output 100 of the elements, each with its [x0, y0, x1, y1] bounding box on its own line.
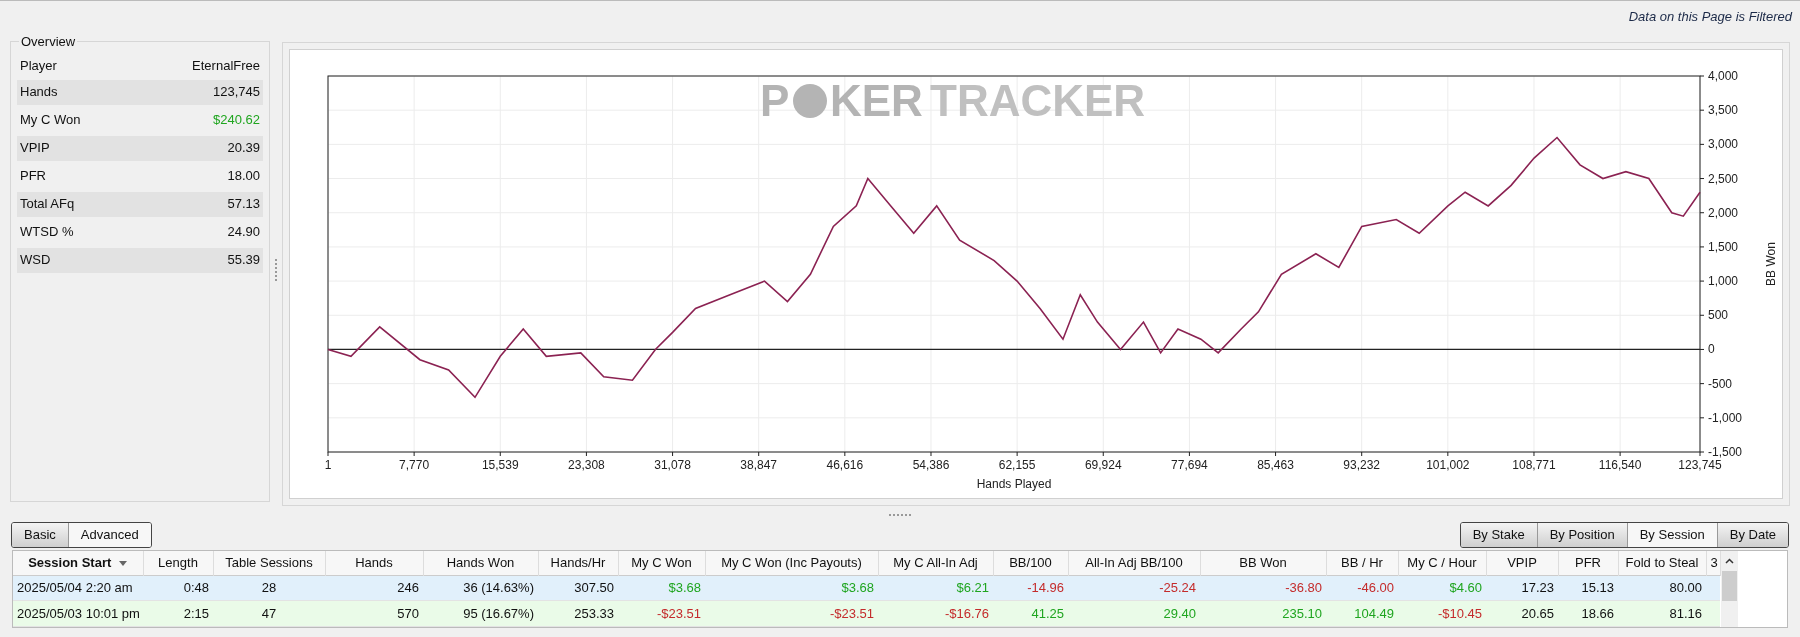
table-cell: 47 — [213, 600, 325, 627]
table-cell: -14.96 — [993, 575, 1068, 601]
x-tick-label: 93,232 — [1343, 458, 1381, 472]
stat-value: 123,745 — [213, 83, 260, 102]
table-cell: 20.65 — [1486, 600, 1558, 627]
column-header[interactable]: Hands/Hr — [538, 551, 618, 575]
y-tick-label: 4,000 — [1708, 69, 1739, 83]
table-cell: 570 — [325, 600, 423, 627]
table-cell: 80.00 — [1618, 575, 1706, 601]
column-header[interactable]: Fold to Steal — [1618, 551, 1706, 575]
column-header[interactable]: Table Sessions — [213, 551, 325, 575]
column-header[interactable]: My C Won — [618, 551, 705, 575]
x-tick-label: 116,540 — [1598, 458, 1642, 472]
stat-label: Hands — [20, 83, 58, 102]
x-tick-label: 38,847 — [740, 458, 778, 472]
column-header[interactable]: Session Start — [13, 551, 143, 575]
column-header[interactable]: PFR — [1558, 551, 1618, 575]
column-header[interactable]: BB / Hr — [1326, 551, 1398, 575]
x-tick-label: 108,771 — [1512, 458, 1556, 472]
x-axis-title: Hands Played — [976, 477, 1052, 491]
table-row[interactable]: 2025/05/03 10:01 pm 2:15 47 570 95 (16.67%) 253.33 -$23.51 -$23.51 -$16.76 41.25 29.40 235.10 104.49 -$10.45 20.65 18.66 81.16 — [13, 600, 1720, 627]
table-cell: 253.33 — [538, 600, 618, 627]
column-header[interactable]: 3 — [1706, 551, 1720, 575]
stat-value: 20.39 — [227, 139, 260, 158]
stat-label: Total AFq — [20, 195, 75, 214]
table-cell: $4.60 — [1398, 575, 1486, 601]
table-cell: 235.10 — [1200, 600, 1326, 627]
x-tick-label: 69,924 — [1084, 458, 1122, 472]
y-tick-label: 2,000 — [1708, 205, 1739, 220]
table-cell: -25.24 — [1068, 575, 1200, 601]
segment-tab[interactable]: By Session — [1626, 523, 1717, 547]
stat-label: WSD — [20, 251, 51, 270]
table-cell: 307.50 — [538, 575, 618, 601]
table-cell: 15.13 — [1558, 575, 1618, 601]
stat-value: $240.62 — [213, 111, 260, 130]
segment-tab[interactable]: By Position — [1536, 523, 1627, 547]
scroll-thumb[interactable] — [1721, 571, 1737, 601]
table-cell: $3.68 — [618, 575, 705, 601]
y-tick-label: -500 — [1708, 376, 1733, 391]
table-cell: 2025/05/03 10:01 pm — [13, 600, 143, 627]
column-header[interactable]: Length — [143, 551, 213, 575]
segment-tab[interactable]: Basic — [12, 523, 68, 547]
table-row[interactable]: 2025/05/04 2:20 am 0:48 28 246 36 (14.63%) 307.50 $3.68 $3.68 $6.21 -14.96 -25.24 -36.80 -46.00 $4.60 17.23 15.13 80.00 — [13, 575, 1720, 601]
table-cell: 246 — [325, 575, 423, 601]
stat-label: VPIP — [20, 139, 50, 158]
table-cell: -$10.45 — [1398, 600, 1486, 627]
table-cell: 28 — [213, 575, 325, 601]
x-tick-label: 7,770 — [399, 458, 430, 472]
table-cell: 18.66 — [1558, 600, 1618, 627]
x-tick-label: 77,694 — [1171, 458, 1208, 472]
stat-value: 24.90 — [227, 223, 260, 242]
table-cell: -$23.51 — [618, 600, 705, 627]
table-cell: -46.00 — [1326, 575, 1398, 601]
column-header[interactable]: My C / Hour — [1398, 551, 1486, 575]
table-cell: 104.49 — [1326, 600, 1398, 627]
player-name: EternalFree — [192, 56, 260, 75]
filter-notice: Data on this Page is Filtered — [1628, 7, 1792, 26]
y-tick-label: 3,500 — [1708, 103, 1739, 118]
chart-logo: P KER TRACKER — [760, 76, 1146, 125]
y-tick-label: -1,500 — [1708, 445, 1743, 459]
segment-tab[interactable]: By Date — [1716, 523, 1788, 547]
x-tick-label: 101,002 — [1426, 458, 1470, 472]
table-cell: 29.40 — [1068, 600, 1200, 627]
x-tick-label: 1 — [324, 458, 332, 472]
segment-tab[interactable]: By Stake — [1460, 523, 1537, 547]
column-header[interactable]: BB/100 — [993, 551, 1068, 575]
stat-label: My C Won — [20, 111, 81, 130]
table-cell: -$16.76 — [878, 600, 993, 627]
table-cell: $3.68 — [705, 575, 878, 601]
x-tick-label: 23,308 — [568, 458, 605, 472]
table-cell: 17.23 — [1486, 575, 1558, 601]
x-tick-label: 46,616 — [826, 458, 864, 472]
table-cell: 0:48 — [143, 575, 213, 601]
table-cell: 41.25 — [993, 600, 1068, 627]
stat-value: 57.13 — [227, 195, 260, 214]
table-cell: 81.16 — [1618, 600, 1706, 627]
stat-value: 18.00 — [227, 167, 260, 186]
y-tick-label: 2,500 — [1708, 171, 1739, 186]
column-header[interactable]: Hands Won — [423, 551, 538, 575]
column-header[interactable]: All-In Adj BB/100 — [1068, 551, 1200, 575]
table-cell: 36 (14.63%) — [423, 575, 538, 601]
column-header[interactable]: Hands — [325, 551, 423, 575]
stat-label: WTSD % — [20, 223, 74, 242]
stat-label: PFR — [20, 167, 46, 186]
segment-tab[interactable]: Advanced — [67, 523, 151, 547]
column-header[interactable]: BB Won — [1200, 551, 1326, 575]
table-cell: 2:15 — [143, 600, 213, 627]
column-header[interactable]: My C Won (Inc Payouts) — [705, 551, 878, 575]
y-tick-label: 1,500 — [1708, 239, 1739, 254]
table-cell: -36.80 — [1200, 575, 1326, 601]
table-cell: 95 (16.67%) — [423, 600, 538, 627]
column-header[interactable]: VPIP — [1486, 551, 1558, 575]
table-cell: $6.21 — [878, 575, 993, 601]
y-tick-label: 1,000 — [1708, 274, 1739, 289]
scrollbar[interactable] — [1720, 551, 1738, 627]
column-header[interactable]: My C All-In Adj — [878, 551, 993, 575]
y-tick-label: 0 — [1708, 342, 1715, 357]
y-tick-label: 3,000 — [1708, 137, 1739, 152]
table-cell: 2025/05/04 2:20 am — [13, 575, 143, 601]
x-tick-label: 15,539 — [481, 458, 519, 472]
